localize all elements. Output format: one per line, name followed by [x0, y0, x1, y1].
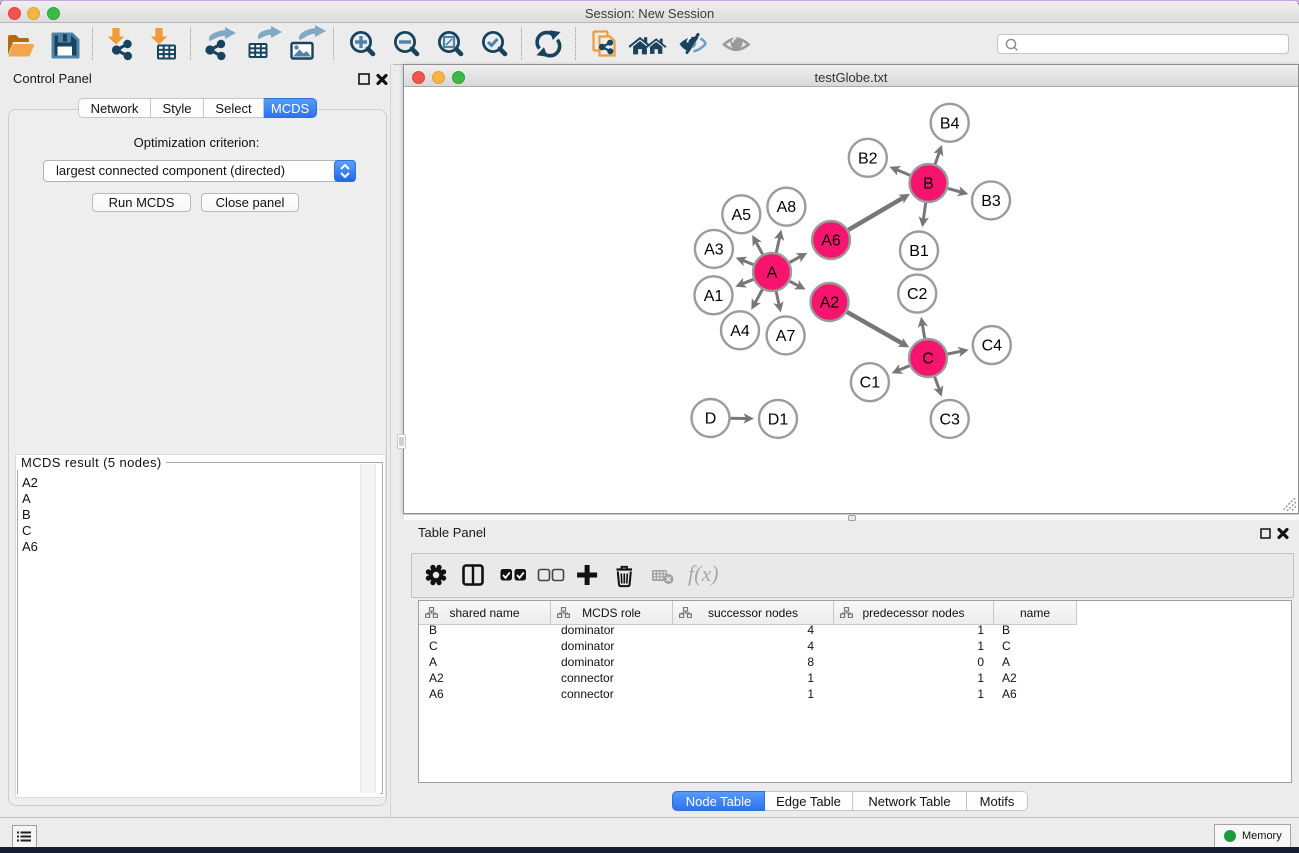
svg-text:C: C: [922, 351, 934, 368]
svg-text:A6: A6: [821, 233, 841, 250]
svg-text:C2: C2: [907, 286, 928, 303]
svg-text:C4: C4: [982, 338, 1003, 355]
svg-text:A5: A5: [732, 207, 752, 224]
svg-text:B1: B1: [909, 243, 929, 260]
svg-text:B3: B3: [981, 193, 1001, 210]
svg-text:A8: A8: [777, 199, 797, 216]
svg-text:A1: A1: [704, 288, 724, 305]
svg-text:B4: B4: [940, 115, 960, 132]
svg-text:B2: B2: [858, 150, 878, 167]
svg-text:B: B: [923, 176, 934, 193]
svg-text:C1: C1: [860, 375, 881, 392]
svg-text:A7: A7: [776, 328, 796, 345]
svg-text:A4: A4: [730, 323, 750, 340]
svg-text:A: A: [767, 265, 778, 282]
svg-text:A2: A2: [820, 295, 840, 312]
svg-text:D1: D1: [768, 411, 789, 428]
svg-text:C3: C3: [939, 411, 960, 428]
svg-text:D: D: [705, 411, 717, 428]
svg-text:A3: A3: [704, 241, 724, 258]
